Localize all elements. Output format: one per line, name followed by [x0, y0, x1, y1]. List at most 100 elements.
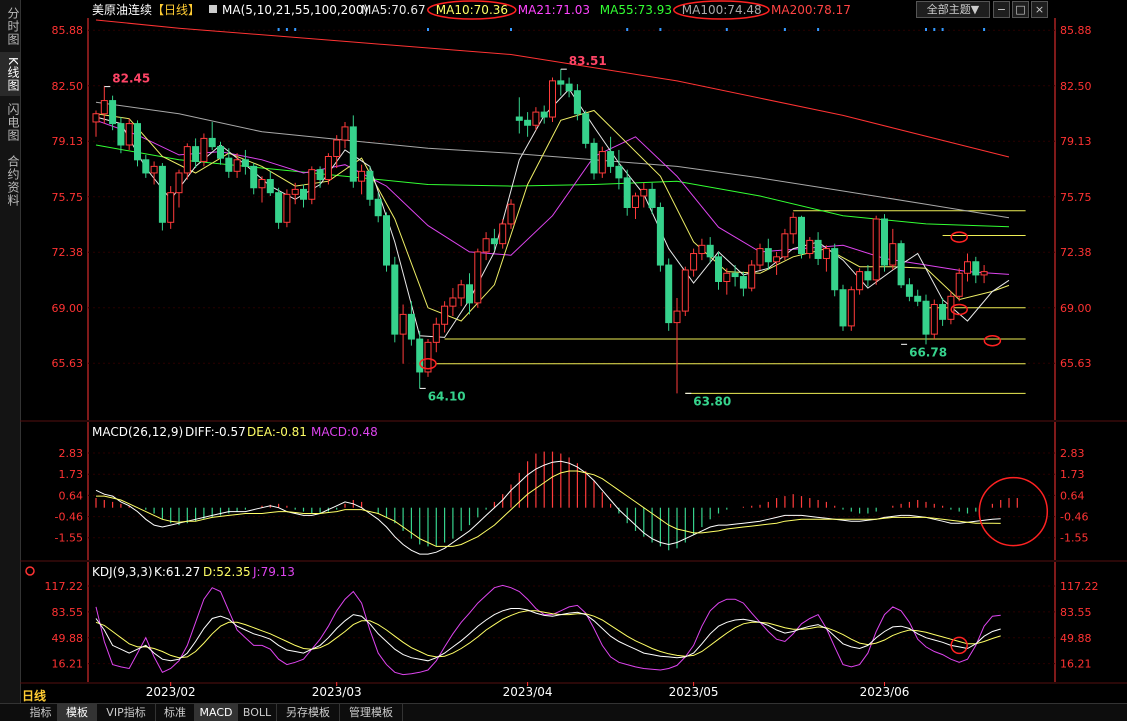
candle-body [217, 146, 224, 159]
restore-button[interactable]: □ [1012, 1, 1029, 18]
macd-right-tick: -1.55 [1060, 532, 1088, 545]
signal-dot [285, 28, 288, 31]
tab-standard[interactable]: 标准 [156, 704, 195, 721]
minimize-button[interactable]: − [993, 1, 1010, 18]
signal-dot [783, 28, 786, 31]
candle-body [233, 159, 241, 172]
kdj-right-tick: 16.21 [1060, 658, 1092, 671]
kdj-panel [95, 584, 1001, 676]
kdj-header-params: KDJ(9,3,3) [92, 565, 153, 579]
x-axis-tick: 2023/05 [669, 685, 719, 699]
candle-body [167, 192, 175, 223]
candle-body [208, 137, 216, 148]
chart-canvas: 82.45 83.51 64.10 63.80 66.78 85.88 85.88 82.5… [20, 0, 1127, 699]
candle-body [449, 297, 457, 307]
candle-body [507, 203, 515, 225]
candle-body [781, 233, 789, 258]
candle-body [656, 206, 664, 266]
candle-body [424, 341, 432, 373]
candle-body [275, 192, 283, 223]
candle-body [881, 218, 888, 266]
main-right-tick: 85.88 [1060, 24, 1092, 37]
extreme-label: 63.80 [693, 394, 731, 408]
candle-body [964, 261, 971, 274]
ma-settings-icon[interactable] [209, 5, 217, 13]
kdj-left-tick: 83.55 [52, 606, 84, 619]
header-ma-value: MA5:70.67 [361, 3, 426, 17]
candle-body [540, 111, 548, 118]
close-icon: × [1034, 3, 1045, 16]
candle-body [441, 305, 449, 325]
signal-dot [659, 28, 662, 31]
candle-body [524, 119, 532, 126]
candle-body [939, 304, 947, 320]
candle-body [532, 111, 540, 126]
candle-body [374, 198, 382, 217]
candle-body [192, 146, 200, 162]
candle-body [490, 238, 498, 245]
candle-body [690, 253, 698, 271]
period-label[interactable]: 日线 [22, 687, 46, 704]
main-left-tick: 85.88 [52, 24, 84, 37]
tab-boll[interactable]: BOLL [238, 704, 277, 721]
minimize-icon: − [996, 3, 1007, 16]
macd-dea-line [96, 470, 1001, 547]
candle-body [897, 243, 905, 286]
candle-body [839, 289, 847, 327]
candle-body [914, 295, 922, 302]
candle-body [324, 156, 332, 181]
kdj-right-tick: 49.88 [1060, 632, 1092, 645]
main-right-tick: 82.50 [1060, 80, 1092, 93]
grid-layer [20, 18, 1127, 684]
kdj-left-tick: 49.88 [52, 632, 84, 645]
tab-manage-template[interactable]: 管理模板 [340, 704, 403, 721]
macd-header-params: MACD(26,12,9) [92, 425, 183, 439]
signal-dot [626, 28, 629, 31]
candle-body [358, 170, 366, 182]
candle-body [399, 313, 407, 335]
candle-body [241, 159, 249, 167]
kdj-j-line [95, 584, 1001, 676]
candle-body [872, 218, 880, 281]
candle-body [407, 313, 415, 340]
macd-diff-line [95, 460, 1001, 555]
candle-body [814, 239, 822, 259]
x-axis-tick: 2023/03 [312, 685, 362, 699]
candle-body [590, 142, 598, 174]
candle-body [615, 165, 623, 179]
kdj-left-tick: 117.22 [45, 580, 84, 593]
candle-body [673, 310, 681, 324]
macd-header-diff: DIFF:-0.57 [185, 425, 246, 439]
header-ma-value: MA21:71.03 [518, 3, 590, 17]
candle-body [100, 100, 108, 115]
candle-body [142, 159, 150, 174]
tab-template[interactable]: 模板 [58, 704, 97, 721]
candle-body [856, 271, 864, 291]
candle-body [648, 188, 656, 208]
kdj-settings-icon[interactable] [25, 566, 35, 576]
ma-line-ma5 [95, 88, 1010, 338]
candle-body [308, 169, 316, 200]
header-instrument: 美原油连续 [92, 2, 152, 17]
candle-body [383, 215, 390, 266]
theme-select-button[interactable]: 全部主题▼ [916, 1, 990, 18]
candle-body [117, 123, 125, 146]
macd-panel [95, 451, 1049, 555]
candle-body [972, 261, 980, 276]
tab-indicator[interactable]: 指标 [24, 704, 58, 721]
candle-body [457, 284, 465, 299]
candle-body [665, 264, 673, 324]
moving-average-lines [95, 19, 1010, 338]
candle-body [258, 179, 266, 189]
candle-body [549, 80, 556, 118]
tab-vip-indicator[interactable]: VIP指标 [97, 704, 156, 721]
candle-body [598, 151, 606, 174]
main-right-tick: 75.75 [1060, 191, 1092, 204]
close-button[interactable]: × [1031, 1, 1048, 18]
main-left-tick: 72.38 [52, 246, 84, 259]
candle-body [175, 172, 183, 194]
tab-save-template[interactable]: 另存模板 [277, 704, 340, 721]
tab-macd[interactable]: MACD [195, 704, 238, 721]
main-right-tick: 69.00 [1060, 302, 1092, 315]
extreme-label: 82.45 [112, 72, 150, 86]
